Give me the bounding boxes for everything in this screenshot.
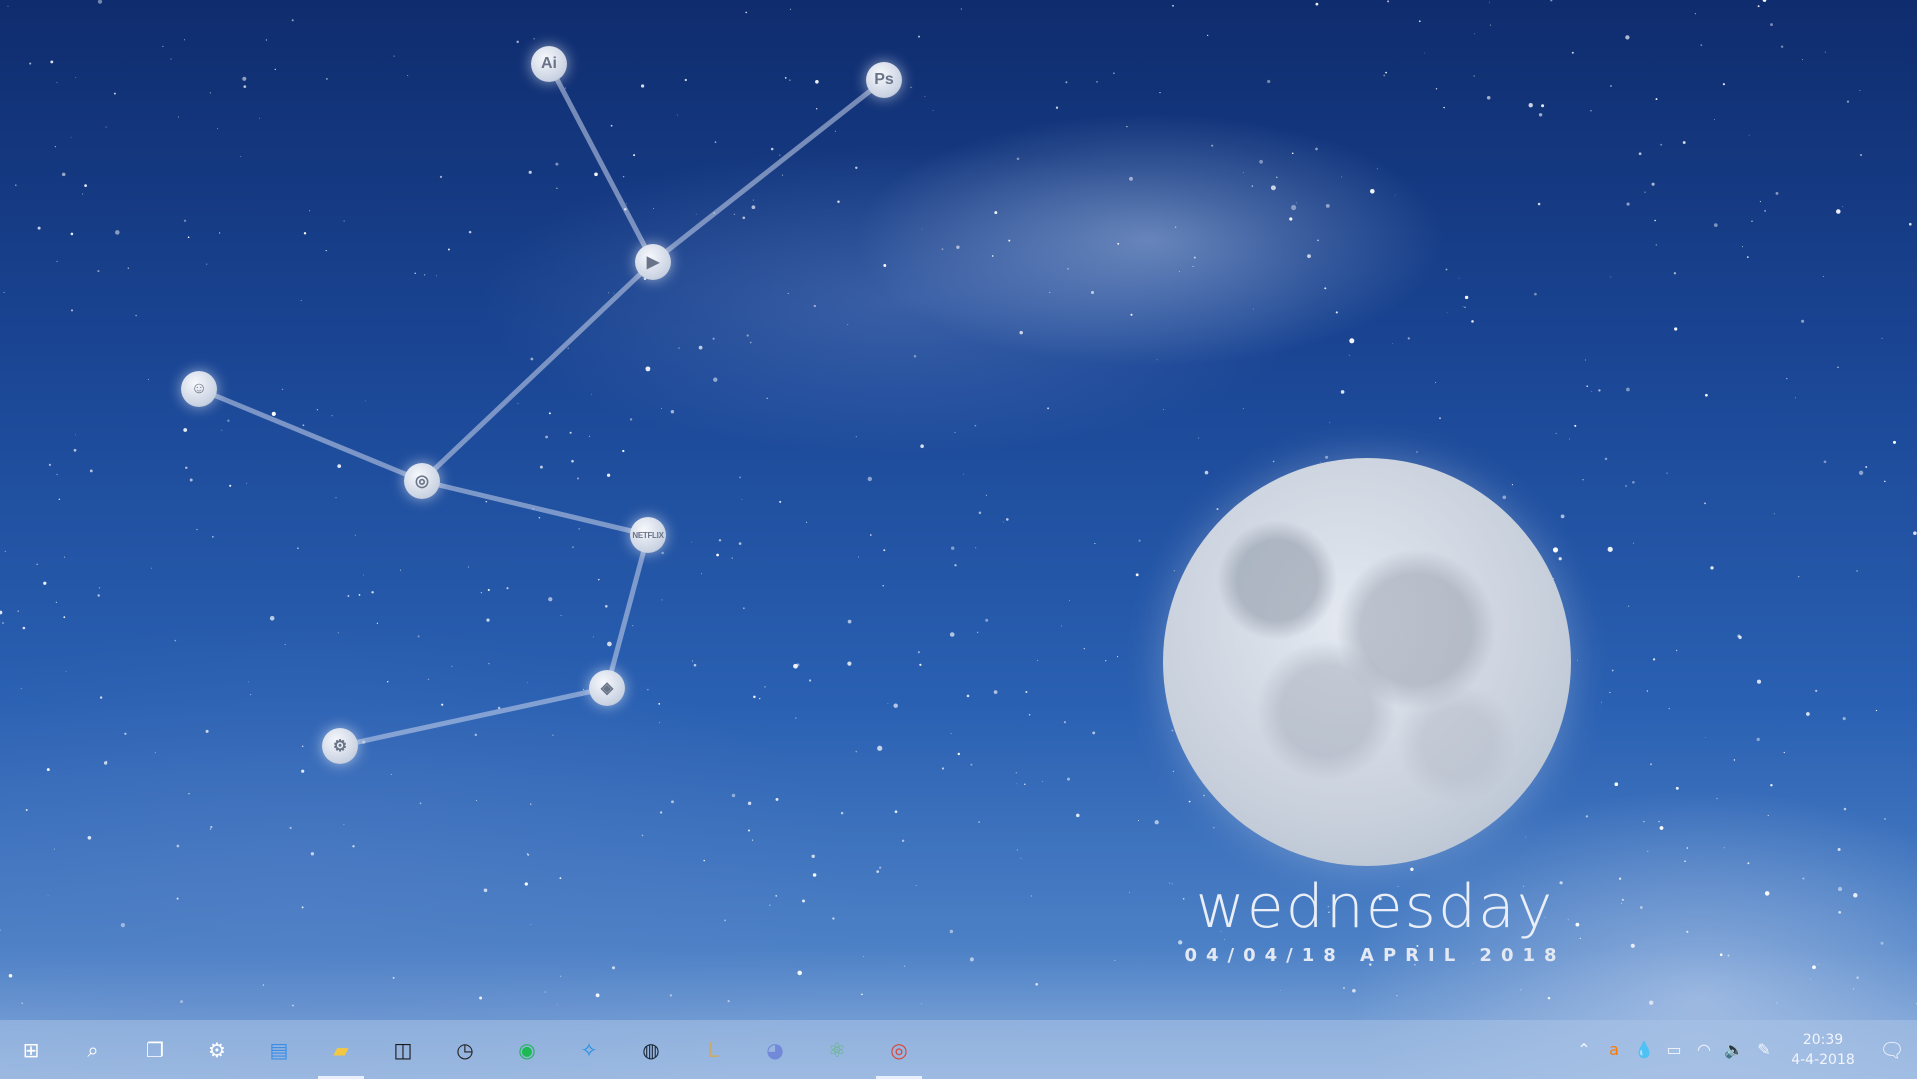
- folder-icon: ▰: [333, 1037, 349, 1062]
- avast-icon[interactable]: a: [1599, 1020, 1629, 1079]
- clock-date: 4-4-2018: [1791, 1051, 1855, 1068]
- contact-card-icon: ▤: [269, 1037, 289, 1062]
- constellation-line: [337, 685, 610, 749]
- taskbar-clock-button[interactable]: ◷: [434, 1020, 496, 1079]
- atom-icon: ⚛: [828, 1037, 846, 1062]
- pen-icon[interactable]: ✎: [1749, 1020, 1779, 1079]
- constellation-line: [650, 77, 887, 265]
- battle-net-icon: ✧: [580, 1037, 598, 1062]
- chrome-icon: ◎: [890, 1037, 908, 1062]
- constellation-line: [419, 478, 651, 538]
- steam-icon[interactable]: ⚙: [322, 728, 358, 764]
- taskbar-dolby-button[interactable]: ◫: [372, 1020, 434, 1079]
- taskbar-task-view-button[interactable]: ❐: [124, 1020, 186, 1079]
- battery-icon[interactable]: ▭: [1659, 1020, 1689, 1079]
- league-of-legends-icon: L: [707, 1037, 719, 1062]
- taskbar-steam-button[interactable]: ◍: [620, 1020, 682, 1079]
- chevron-up-icon[interactable]: ⌃: [1569, 1020, 1599, 1079]
- taskbar: ⊞ ⌕ ❐ ⚙ ▤ ▰ ◫ ◷ ◉ ✧ ◍ L ◕ ⚛ ◎ ⌃ a 💧 ▭ ◠ 🔈 ✎ 20:39 4-4-2018 🗨: [0, 1020, 1917, 1079]
- discord-icon: ◕: [766, 1037, 784, 1062]
- system-tray: ⌃ a 💧 ▭ ◠ 🔈 ✎ 20:39 4-4-2018 🗨: [1569, 1020, 1917, 1079]
- taskbar-discord-button[interactable]: ◕: [744, 1020, 806, 1079]
- search-icon: ⌕: [87, 1037, 99, 1062]
- clock-icon: ◷: [456, 1037, 474, 1062]
- windows-logo-icon: ⊞: [22, 1037, 40, 1062]
- clock-time: 20:39: [1802, 1031, 1844, 1048]
- moon-image: [1163, 458, 1571, 866]
- youtube-icon[interactable]: ▶: [635, 244, 671, 280]
- day-name: wednesday: [1195, 872, 1555, 942]
- task-view-icon: ❐: [146, 1037, 164, 1062]
- constellation-line: [196, 386, 425, 484]
- adobe-photoshop-icon[interactable]: Ps: [866, 62, 902, 98]
- taskbar-spotify-button[interactable]: ◉: [496, 1020, 558, 1079]
- clock[interactable]: 20:39 4-4-2018: [1779, 1030, 1867, 1070]
- overwatch-icon[interactable]: ◈: [589, 670, 625, 706]
- taskbar-apps: ⊞ ⌕ ❐ ⚙ ▤ ▰ ◫ ◷ ◉ ✧ ◍ L ◕ ⚛ ◎: [0, 1020, 930, 1079]
- wifi-icon[interactable]: ◠: [1689, 1020, 1719, 1079]
- taskbar-settings-button[interactable]: ⚙: [186, 1020, 248, 1079]
- taskbar-battle-net-button[interactable]: ✧: [558, 1020, 620, 1079]
- constellation-lines: [196, 61, 887, 749]
- gear-icon: ⚙: [208, 1037, 226, 1062]
- date-line: 04/04/18 APRIL 2018: [1184, 945, 1566, 966]
- reddit-icon[interactable]: ☺: [181, 371, 217, 407]
- adobe-illustrator-icon[interactable]: Ai: [531, 46, 567, 82]
- constellation-line: [546, 61, 656, 265]
- taskbar-search-button[interactable]: ⌕: [62, 1020, 124, 1079]
- steam-icon: ◍: [642, 1037, 660, 1062]
- taskbar-chrome-button[interactable]: ◎: [868, 1020, 930, 1079]
- chrome-icon[interactable]: ◎: [404, 463, 440, 499]
- action-center-icon[interactable]: 🗨: [1867, 1020, 1917, 1079]
- constellation-line: [419, 259, 656, 484]
- netflix-icon[interactable]: NETFLIX: [630, 517, 666, 553]
- taskbar-start-button[interactable]: ⊞: [0, 1020, 62, 1079]
- volume-icon[interactable]: 🔈: [1719, 1020, 1749, 1079]
- taskbar-contacts-button[interactable]: ▤: [248, 1020, 310, 1079]
- tray-icons: ⌃ a 💧 ▭ ◠ 🔈 ✎: [1569, 1020, 1779, 1079]
- spotify-icon: ◉: [518, 1037, 536, 1062]
- taskbar-atom-button[interactable]: ⚛: [806, 1020, 868, 1079]
- droplet-icon[interactable]: 💧: [1629, 1020, 1659, 1079]
- dolby-icon: ◫: [393, 1037, 413, 1062]
- taskbar-league-of-legends-button[interactable]: L: [682, 1020, 744, 1079]
- constellation-line: [604, 532, 651, 691]
- taskbar-file-explorer-button[interactable]: ▰: [310, 1020, 372, 1079]
